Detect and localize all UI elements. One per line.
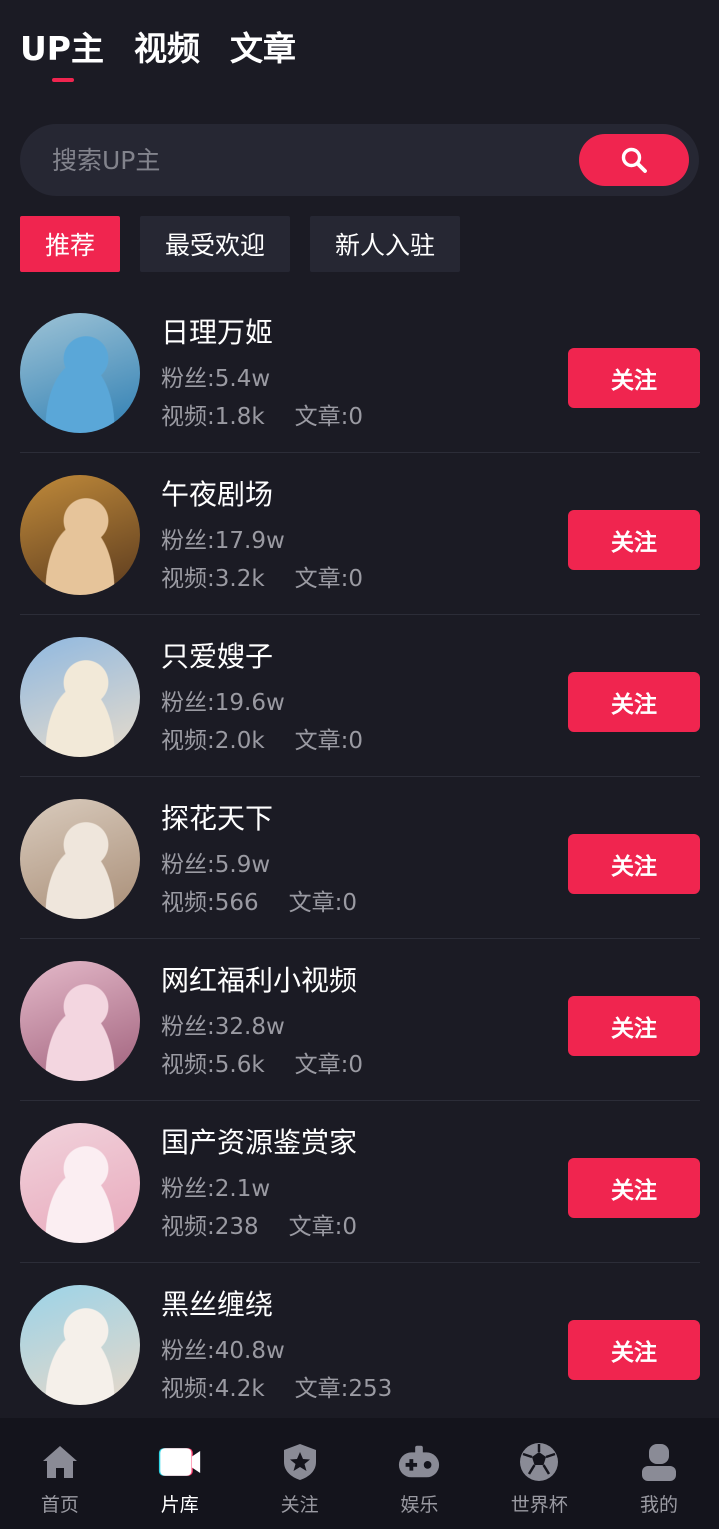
search-icon xyxy=(621,147,647,173)
nav-label: 片库 xyxy=(160,1494,199,1516)
avatar[interactable] xyxy=(20,1285,140,1405)
soccer-ball-icon xyxy=(517,1440,561,1484)
shield-star-icon xyxy=(278,1440,322,1484)
fans-count: 粉丝:5.9w xyxy=(161,852,271,878)
list-item[interactable]: 只爱嫂子 粉丝:19.6w 视频:2.0k 文章:0 关注 xyxy=(20,615,700,777)
video-count: 视频:2.0k xyxy=(161,728,265,754)
filter-recommended[interactable]: 推荐 xyxy=(20,216,121,272)
nav-label: 关注 xyxy=(280,1494,319,1516)
up-name[interactable]: 日理万姬 xyxy=(161,313,273,353)
video-count: 视频:1.8k xyxy=(161,404,265,430)
video-count: 视频:5.6k xyxy=(161,1052,265,1078)
follow-button[interactable]: 关注 xyxy=(568,510,700,570)
gamepad-icon xyxy=(397,1440,441,1484)
fans-count: 粉丝:5.4w xyxy=(161,366,271,392)
up-name[interactable]: 网红福利小视频 xyxy=(161,961,357,1001)
list-item[interactable]: 探花天下 粉丝:5.9w 视频:566 文章:0 关注 xyxy=(20,777,700,939)
fans-count: 粉丝:19.6w xyxy=(161,690,285,716)
up-name[interactable]: 黑丝缠绕 xyxy=(161,1285,273,1325)
up-stats: 视频:4.2k 文章:253 xyxy=(161,1373,392,1405)
list-item[interactable]: 国产资源鉴赏家 粉丝:2.1w 视频:238 文章:0 关注 xyxy=(20,1101,700,1263)
up-stats: 视频:3.2k 文章:0 xyxy=(161,563,363,595)
nav-label: 娱乐 xyxy=(400,1494,439,1516)
avatar[interactable] xyxy=(20,1123,140,1243)
nav-library[interactable]: 片库 xyxy=(120,1418,240,1529)
tab-up[interactable]: UP主 xyxy=(20,26,104,82)
nav-entertainment[interactable]: 娱乐 xyxy=(359,1418,479,1529)
bottom-nav: 首页 片库 关注 娱乐 世界杯 我的 xyxy=(0,1418,719,1529)
video-count: 视频:4.2k xyxy=(161,1376,265,1402)
list-item[interactable]: 黑丝缠绕 粉丝:40.8w 视频:4.2k 文章:253 关注 xyxy=(20,1263,700,1425)
article-count: 文章:0 xyxy=(288,1214,358,1240)
nav-label: 我的 xyxy=(640,1494,679,1516)
avatar[interactable] xyxy=(20,313,140,433)
video-count: 视频:238 xyxy=(161,1214,259,1240)
avatar[interactable] xyxy=(20,799,140,919)
avatar[interactable] xyxy=(20,637,140,757)
nav-home[interactable]: 首页 xyxy=(0,1418,120,1529)
article-count: 文章:0 xyxy=(294,1052,364,1078)
article-count: 文章:253 xyxy=(294,1376,393,1402)
avatar[interactable] xyxy=(20,961,140,1081)
nav-follow[interactable]: 关注 xyxy=(240,1418,360,1529)
filter-newcomers[interactable]: 新人入驻 xyxy=(310,216,461,272)
nav-label: 世界杯 xyxy=(510,1494,568,1516)
avatar[interactable] xyxy=(20,475,140,595)
up-stats: 视频:5.6k 文章:0 xyxy=(161,1049,363,1081)
search-button[interactable] xyxy=(579,134,689,186)
tab-videos[interactable]: 视频 xyxy=(134,26,200,72)
tab-articles[interactable]: 文章 xyxy=(230,26,296,72)
follow-button[interactable]: 关注 xyxy=(568,1158,700,1218)
up-name[interactable]: 探花天下 xyxy=(161,799,273,839)
video-count: 视频:566 xyxy=(161,890,259,916)
article-count: 文章:0 xyxy=(294,404,364,430)
up-name[interactable]: 国产资源鉴赏家 xyxy=(161,1123,357,1163)
follow-button[interactable]: 关注 xyxy=(568,672,700,732)
filter-bar: 推荐 最受欢迎 新人入驻 xyxy=(20,216,461,272)
top-tab-bar: UP主 视频 文章 xyxy=(20,26,296,82)
follow-button[interactable]: 关注 xyxy=(568,834,700,894)
search-bar xyxy=(20,124,699,196)
up-list: 日理万姬 粉丝:5.4w 视频:1.8k 文章:0 关注 午夜剧场 粉丝:17.… xyxy=(20,291,700,1425)
up-stats: 视频:238 文章:0 xyxy=(161,1211,357,1243)
article-count: 文章:0 xyxy=(288,890,358,916)
list-item[interactable]: 网红福利小视频 粉丝:32.8w 视频:5.6k 文章:0 关注 xyxy=(20,939,700,1101)
home-icon xyxy=(38,1440,82,1484)
list-item[interactable]: 午夜剧场 粉丝:17.9w 视频:3.2k 文章:0 关注 xyxy=(20,453,700,615)
user-icon xyxy=(637,1440,681,1484)
up-stats: 视频:566 文章:0 xyxy=(161,887,357,919)
up-name[interactable]: 只爱嫂子 xyxy=(161,637,273,677)
nav-profile[interactable]: 我的 xyxy=(599,1418,719,1529)
search-input[interactable] xyxy=(20,124,579,196)
fans-count: 粉丝:17.9w xyxy=(161,528,285,554)
nav-label: 首页 xyxy=(40,1494,79,1516)
filter-most-popular[interactable]: 最受欢迎 xyxy=(140,216,291,272)
list-item[interactable]: 日理万姬 粉丝:5.4w 视频:1.8k 文章:0 关注 xyxy=(20,291,700,453)
follow-button[interactable]: 关注 xyxy=(568,1320,700,1380)
fans-count: 粉丝:2.1w xyxy=(161,1176,271,1202)
follow-button[interactable]: 关注 xyxy=(568,996,700,1056)
up-name[interactable]: 午夜剧场 xyxy=(161,475,273,515)
follow-button[interactable]: 关注 xyxy=(568,348,700,408)
up-stats: 视频:1.8k 文章:0 xyxy=(161,401,363,433)
fans-count: 粉丝:32.8w xyxy=(161,1014,285,1040)
nav-world-cup[interactable]: 世界杯 xyxy=(479,1418,599,1529)
up-stats: 视频:2.0k 文章:0 xyxy=(161,725,363,757)
article-count: 文章:0 xyxy=(294,728,364,754)
video-camera-icon xyxy=(158,1440,202,1484)
article-count: 文章:0 xyxy=(294,566,364,592)
video-count: 视频:3.2k xyxy=(161,566,265,592)
fans-count: 粉丝:40.8w xyxy=(161,1338,285,1364)
